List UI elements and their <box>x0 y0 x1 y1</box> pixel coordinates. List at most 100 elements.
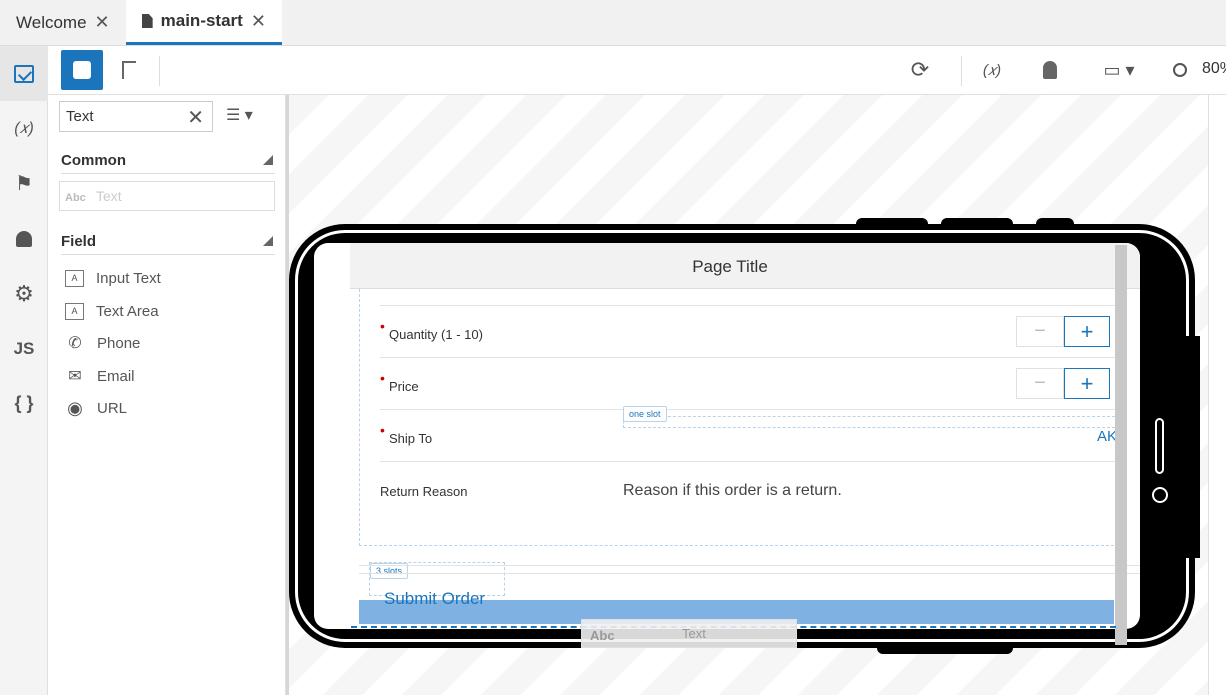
page-title[interactable]: Page Title <box>350 257 1110 277</box>
form-row-price[interactable]: • Price − + <box>380 357 1120 409</box>
phone-screen[interactable]: Page Title • Quantity (1 - 10) − + • Pri… <box>314 243 1140 629</box>
left-icon-rail: (𝑥) ⚑ ⚙ JS { } <box>0 46 48 695</box>
section-field[interactable]: Field <box>61 233 275 255</box>
url-icon: ◉ <box>67 397 83 418</box>
rail-components[interactable] <box>0 46 48 101</box>
rail-variables[interactable]: (𝑥) <box>0 101 48 156</box>
variables-button[interactable]: (𝑥) <box>971 50 1013 90</box>
one-slot-area[interactable] <box>623 416 1120 428</box>
flag-icon: ⚑ <box>15 173 33 195</box>
phone-icon: ✆ <box>68 335 82 352</box>
drag-ghost-text-component: Abc Text <box>581 619 797 648</box>
search-icon <box>1173 63 1187 77</box>
document-icon <box>141 14 153 28</box>
palette-item-label: Email <box>97 367 135 385</box>
one-slot-tag: one slot <box>623 406 667 422</box>
list-icon: ☰ ▾ <box>226 107 253 124</box>
palette-item-label: Input Text <box>96 269 161 287</box>
section-title: Common <box>61 152 126 169</box>
components-view-button[interactable] <box>61 50 103 90</box>
user-lock-icon <box>1043 61 1057 79</box>
increment-button[interactable]: + <box>1064 368 1110 399</box>
device-select[interactable]: ▭ ▾ <box>1093 50 1145 90</box>
tab-label: Welcome <box>16 12 87 32</box>
section-title: Field <box>61 233 97 250</box>
close-icon[interactable]: ✕ <box>251 11 266 32</box>
palette-item-label: Phone <box>97 334 141 352</box>
form-card[interactable]: • Quantity (1 - 10) − + • Price − + • Sh… <box>359 289 1120 546</box>
required-indicator: • <box>380 422 385 438</box>
decrement-button[interactable]: − <box>1016 316 1064 347</box>
search-value: Text <box>66 108 94 125</box>
decrement-button[interactable]: − <box>1016 368 1064 399</box>
tab-label: main-start <box>160 11 243 30</box>
component-palette: Text ✕ ☰ ▾ Common Abc Text Field A Input… <box>48 95 286 695</box>
designer-toolbar: ⟳ (𝑥) ▭ ▾ 80% <box>48 46 1226 95</box>
tree-icon <box>122 61 136 79</box>
toolbar-divider <box>961 56 962 86</box>
palette-item-phone[interactable]: ✆ Phone <box>65 331 140 355</box>
screen-scrollbar[interactable] <box>1115 245 1127 645</box>
zoom-level[interactable]: 80% <box>1202 60 1226 78</box>
clear-icon[interactable]: ✕ <box>187 105 204 130</box>
reload-icon: ⟳ <box>910 57 930 82</box>
rail-javascript[interactable]: JS <box>0 321 48 376</box>
field-label: Quantity (1 - 10) <box>389 327 483 342</box>
puzzle-icon <box>73 61 91 79</box>
right-panel-collapsed[interactable] <box>1208 95 1226 695</box>
form-row-return-reason[interactable]: Return Reason Reason if this order is a … <box>380 461 1120 521</box>
palette-item-url[interactable]: ◉ URL <box>65 396 127 420</box>
page-header[interactable]: Page Title <box>350 243 1140 289</box>
field-label: Ship To <box>389 431 433 446</box>
phone-speaker <box>1155 418 1164 474</box>
palette-item-email[interactable]: ✉ Email <box>65 364 135 388</box>
section-common[interactable]: Common <box>61 152 275 174</box>
design-canvas[interactable]: Page Title • Quantity (1 - 10) − + • Pri… <box>289 95 1208 695</box>
variables-icon: (𝑥) <box>14 119 34 137</box>
phone-home-button <box>1152 487 1168 503</box>
required-indicator: • <box>380 370 385 386</box>
reload-button[interactable]: ⟳ <box>899 50 941 90</box>
abc-icon: Abc <box>590 628 615 643</box>
zoom-search-button[interactable] <box>1165 50 1195 90</box>
slot-divider <box>359 573 1140 574</box>
form-row-quantity[interactable]: • Quantity (1 - 10) − + <box>380 305 1120 357</box>
required-indicator: • <box>380 318 385 334</box>
abc-icon: Abc <box>65 192 86 204</box>
editor-tab-bar: Welcome ✕ main-start ✕ <box>0 0 1226 46</box>
list-view-toggle[interactable]: ☰ ▾ <box>226 105 253 125</box>
gear-icon: ⚙ <box>14 280 34 306</box>
rail-json[interactable]: { } <box>0 376 48 431</box>
rail-events[interactable]: ⚑ <box>0 156 48 211</box>
palette-item-label: Text Area <box>96 302 159 320</box>
palette-item-input-text[interactable]: A Input Text <box>65 266 161 290</box>
palette-item-label: Text <box>96 188 122 204</box>
close-icon[interactable]: ✕ <box>95 12 110 33</box>
palette-search-input[interactable]: Text ✕ <box>59 101 213 132</box>
return-reason-input[interactable]: Reason if this order is a return. <box>623 482 842 500</box>
palette-item-label: URL <box>97 399 128 417</box>
drag-ghost-label: Text <box>682 626 706 641</box>
quantity-stepper[interactable]: − + <box>1016 316 1112 347</box>
rail-settings[interactable]: ⚙ <box>0 266 48 321</box>
field-label: Return Reason <box>380 484 468 499</box>
structure-view-button[interactable] <box>108 50 150 90</box>
slot-divider <box>359 565 1140 566</box>
rail-notifications[interactable] <box>0 211 48 266</box>
field-label: Price <box>389 379 419 394</box>
toolbar-divider <box>159 56 160 86</box>
increment-button[interactable]: + <box>1064 316 1110 347</box>
email-icon: ✉ <box>68 368 82 385</box>
json-icon: { } <box>14 393 34 413</box>
collapse-icon <box>263 155 273 165</box>
ship-to-value[interactable]: AK <box>1097 428 1117 445</box>
tab-main-start[interactable]: main-start ✕ <box>125 0 282 45</box>
phone-frame: Page Title • Quantity (1 - 10) − + • Pri… <box>289 224 1200 648</box>
palette-item-text: Abc Text <box>59 181 275 211</box>
permissions-button[interactable] <box>1029 50 1071 90</box>
palette-item-text-area[interactable]: A Text Area <box>65 299 159 323</box>
price-stepper[interactable]: − + <box>1016 368 1112 399</box>
js-icon: JS <box>13 338 35 358</box>
components-icon <box>14 64 34 83</box>
tab-welcome[interactable]: Welcome ✕ <box>0 0 126 45</box>
